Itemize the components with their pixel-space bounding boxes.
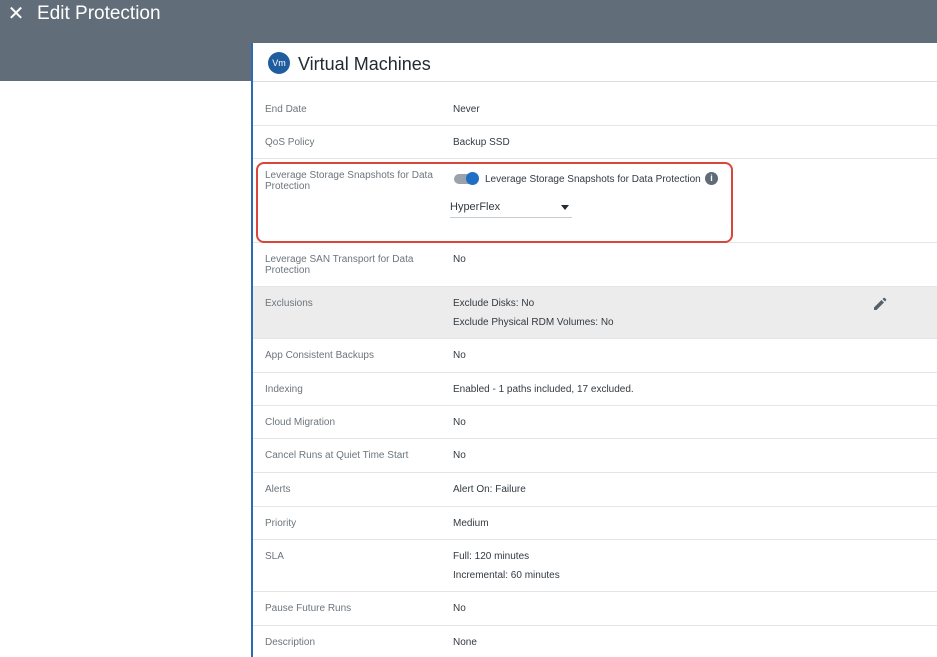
row-exclusions[interactable]: Exclusions Exclude Disks: No Exclude Phy… bbox=[253, 287, 937, 339]
vm-badge-icon: Vm bbox=[268, 52, 290, 74]
row-label: Priority bbox=[265, 518, 297, 529]
row-value: No bbox=[453, 350, 466, 361]
row-value: No bbox=[453, 254, 466, 265]
panel-header: Vm Virtual Machines bbox=[253, 43, 937, 82]
page-title: Edit Protection bbox=[37, 3, 161, 24]
snapshot-type-select[interactable]: HyperFlex bbox=[450, 198, 572, 218]
storage-snapshots-toggle[interactable] bbox=[454, 172, 480, 186]
row-end-date: End Date Never bbox=[253, 92, 937, 126]
row-label: Alerts bbox=[265, 484, 291, 495]
row-value: Exclude Disks: No bbox=[453, 298, 535, 309]
row-value: None bbox=[453, 637, 477, 648]
select-value: HyperFlex bbox=[450, 201, 501, 213]
toggle-knob bbox=[466, 172, 479, 185]
row-label: Description bbox=[265, 637, 316, 648]
row-storage-snapshots: Leverage Storage Snapshots for Data Prot… bbox=[253, 159, 937, 243]
row-label: Indexing bbox=[265, 384, 303, 395]
chevron-down-icon bbox=[561, 205, 569, 210]
row-value: Incremental: 60 minutes bbox=[453, 570, 560, 581]
row-label: QoS Policy bbox=[265, 137, 315, 148]
storage-snapshots-toggle-label: Leverage Storage Snapshots for Data Prot… bbox=[485, 174, 701, 185]
row-label: Leverage SAN Transport for Data Protecti… bbox=[265, 254, 414, 276]
row-value: Backup SSD bbox=[453, 137, 510, 148]
row-value: Alert On: Failure bbox=[453, 484, 526, 495]
row-label: Cloud Migration bbox=[265, 417, 336, 428]
row-cloud-migration: Cloud Migration No bbox=[253, 406, 937, 439]
row-indexing: Indexing Enabled - 1 paths included, 17 … bbox=[253, 373, 937, 406]
row-label: Cancel Runs at Quiet Time Start bbox=[265, 450, 409, 461]
row-label: SLA bbox=[265, 551, 284, 562]
row-priority: Priority Medium bbox=[253, 507, 937, 540]
row-value: Exclude Physical RDM Volumes: No bbox=[453, 317, 614, 328]
row-value: No bbox=[453, 450, 466, 461]
row-san-transport: Leverage SAN Transport for Data Protecti… bbox=[253, 243, 937, 287]
row-value: Enabled - 1 paths included, 17 excluded. bbox=[453, 384, 634, 395]
row-cancel-runs: Cancel Runs at Quiet Time Start No bbox=[253, 439, 937, 473]
row-value: No bbox=[453, 417, 466, 428]
row-label: Exclusions bbox=[265, 298, 313, 309]
row-value: Never bbox=[453, 104, 480, 115]
row-label: End Date bbox=[265, 104, 307, 115]
row-sla: SLA Full: 120 minutes Incremental: 60 mi… bbox=[253, 540, 937, 592]
row-value: Medium bbox=[453, 518, 489, 529]
row-label: Pause Future Runs bbox=[265, 603, 352, 614]
row-qos-policy: QoS Policy Backup SSD bbox=[253, 126, 937, 159]
row-pause-future-runs: Pause Future Runs No bbox=[253, 592, 937, 626]
row-value: Full: 120 minutes bbox=[453, 551, 530, 562]
close-icon[interactable]: ✕ bbox=[7, 3, 25, 25]
row-value: No bbox=[453, 603, 466, 614]
row-label: Leverage Storage Snapshots for Data Prot… bbox=[265, 170, 433, 192]
pencil-icon[interactable] bbox=[872, 296, 888, 312]
row-label: App Consistent Backups bbox=[265, 350, 374, 361]
panel-title: Virtual Machines bbox=[298, 54, 431, 74]
info-icon[interactable]: i bbox=[705, 172, 718, 185]
row-description: Description None bbox=[253, 626, 937, 657]
row-alerts: Alerts Alert On: Failure bbox=[253, 473, 937, 507]
row-app-consistent: App Consistent Backups No bbox=[253, 339, 937, 373]
